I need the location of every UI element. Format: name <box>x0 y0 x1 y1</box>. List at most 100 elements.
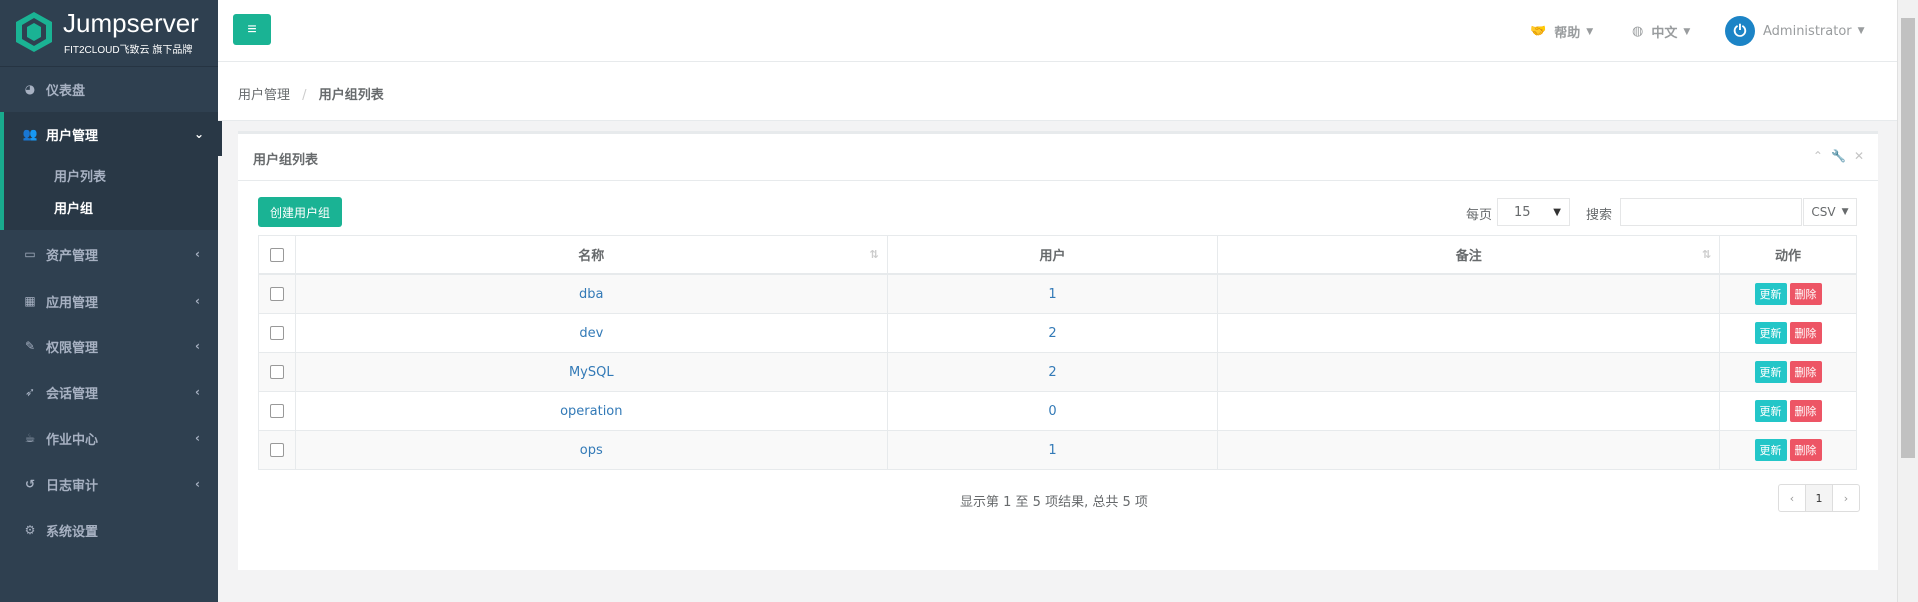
row-checkbox[interactable] <box>269 404 284 418</box>
search-label: 搜索 <box>1586 208 1613 223</box>
user-management-submenu: 用户列表 用户组 <box>0 156 218 230</box>
update-button[interactable]: 更新 <box>1754 361 1787 383</box>
user-count-link[interactable]: 2 <box>1048 326 1056 341</box>
breadcrumb-current: 用户组列表 <box>318 88 384 103</box>
page-1-button[interactable]: 1 <box>1806 485 1833 511</box>
group-name-link[interactable]: dba <box>579 287 603 302</box>
sidebar-subitem-user-group[interactable]: 用户组 <box>54 198 93 217</box>
page-scrollbar[interactable] <box>1897 0 1918 602</box>
update-button[interactable]: 更新 <box>1754 283 1787 305</box>
comment-cell <box>1217 430 1721 470</box>
sidebar-item-permission-management[interactable]: ✎ 权限管理 ‹ <box>0 324 218 368</box>
column-label: 用户 <box>1039 249 1066 264</box>
table-row: operation 0 更新 删除 <box>258 391 1857 431</box>
sidebar-item-audit-log[interactable]: ↺ 日志审计 ‹ <box>0 462 218 506</box>
sidebar-item-session-management[interactable]: ➶ 会话管理 ‹ <box>0 370 218 414</box>
search-input[interactable] <box>1620 198 1802 226</box>
sidebar-item-user-management[interactable]: 👥 用户管理 ⌄ <box>0 112 222 156</box>
chevron-left-icon: ‹ <box>195 431 200 445</box>
sidebar-item-system-settings[interactable]: ⚙ 系统设置 <box>0 508 218 552</box>
user-group-table: 名称⇅ 用户 备注⇅ 动作 dba 1 更新删除 dev 2 更新删除 <box>258 235 1857 470</box>
sidebar-item-label: 应用管理 <box>46 295 99 311</box>
delete-button[interactable]: 删除 <box>1789 322 1822 344</box>
next-page-button[interactable]: › <box>1833 485 1859 511</box>
column-header-name[interactable]: 名称 ⇅ <box>294 235 888 275</box>
coffee-icon: ☕ <box>24 431 36 445</box>
chevron-left-icon: ‹ <box>195 385 200 399</box>
pagination-info: 显示第 1 至 5 项结果, 总共 5 项 <box>960 495 1148 510</box>
update-button[interactable]: 更新 <box>1754 322 1787 344</box>
user-count-link[interactable]: 1 <box>1048 287 1056 302</box>
power-icon: ⏻ <box>1725 16 1755 46</box>
group-name-link[interactable]: MySQL <box>569 365 614 380</box>
delete-button[interactable]: 删除 <box>1789 283 1822 305</box>
rocket-icon: ➶ <box>24 385 36 399</box>
breadcrumb-parent[interactable]: 用户管理 <box>238 88 290 103</box>
caret-down-icon: ▼ <box>1841 207 1849 217</box>
csv-export-button[interactable]: CSV ▼ <box>1803 198 1857 226</box>
user-menu[interactable]: ⏻ Administrator ▼ <box>1725 16 1865 46</box>
chevron-left-icon: ‹ <box>195 477 200 491</box>
update-button[interactable]: 更新 <box>1754 400 1787 422</box>
top-navbar: ≡ 🤝 帮助 ▼ ◍ 中文 ▼ ⏻ Administrator ▼ <box>218 0 1898 62</box>
row-checkbox[interactable] <box>269 443 284 457</box>
help-label: 帮助 <box>1554 26 1581 41</box>
delete-button[interactable]: 删除 <box>1789 400 1822 422</box>
column-label: 名称 <box>578 249 605 264</box>
help-menu[interactable]: 🤝 帮助 ▼ <box>1530 22 1593 41</box>
gears-icon: ⚙ <box>24 523 36 537</box>
prev-page-button[interactable]: ‹ <box>1779 485 1806 511</box>
sidebar-item-label: 仪表盘 <box>46 83 86 99</box>
select-all-checkbox[interactable] <box>269 247 284 262</box>
caret-down-icon: ▼ <box>1586 26 1594 37</box>
column-header-users: 用户 <box>886 235 1219 275</box>
panel-tools: ⌃ 🔧 ✕ <box>1813 149 1864 163</box>
create-user-group-button[interactable]: 创建用户组 <box>258 197 343 227</box>
delete-button[interactable]: 删除 <box>1789 361 1822 383</box>
history-icon: ↺ <box>24 477 36 491</box>
wrench-icon[interactable]: 🔧 <box>1831 149 1846 163</box>
user-count-link[interactable]: 2 <box>1048 365 1056 380</box>
table-row: ops 1 更新 删除 <box>258 430 1857 470</box>
language-menu[interactable]: ◍ 中文 ▼ <box>1632 22 1690 41</box>
column-header-comment[interactable]: 备注 ⇅ <box>1217 235 1721 275</box>
sidebar-item-label: 系统设置 <box>46 524 99 540</box>
chevron-left-icon: ‹ <box>195 294 200 308</box>
sidebar-subitem-user-list[interactable]: 用户列表 <box>54 166 106 185</box>
collapse-icon[interactable]: ⌃ <box>1813 149 1823 163</box>
group-name-link[interactable]: dev <box>579 326 603 341</box>
user-count-link[interactable]: 0 <box>1048 404 1056 419</box>
chevron-down-icon: ⌄ <box>193 127 204 141</box>
jumpserver-logo-icon <box>16 12 52 52</box>
sidebar-item-asset-management[interactable]: ▭ 资产管理 ‹ <box>0 232 218 276</box>
sidebar-item-dashboard[interactable]: ◕ 仪表盘 <box>0 67 218 111</box>
globe-icon: ◍ <box>1632 24 1644 39</box>
group-name-link[interactable]: ops <box>580 443 603 458</box>
brand-name: Jumpserver <box>63 8 199 38</box>
close-icon[interactable]: ✕ <box>1854 149 1864 163</box>
panel-title: 用户组列表 <box>253 153 319 168</box>
caret-down-icon: ▼ <box>1857 26 1865 36</box>
column-header-action: 动作 <box>1719 235 1857 275</box>
language-label: 中文 <box>1651 26 1678 41</box>
scrollbar-thumb[interactable] <box>1901 18 1915 458</box>
logo[interactable]: Jumpserver FIT2CLOUD飞致云 旗下品牌 <box>0 0 218 67</box>
row-checkbox[interactable] <box>269 326 284 340</box>
group-name-link[interactable]: operation <box>560 404 622 419</box>
sidebar-item-app-management[interactable]: ▦ 应用管理 ‹ <box>0 279 218 323</box>
user-count-link[interactable]: 1 <box>1048 443 1056 458</box>
sidebar-item-label: 会话管理 <box>46 386 99 402</box>
delete-button[interactable]: 删除 <box>1789 439 1822 461</box>
menu-toggle-button[interactable]: ≡ <box>233 14 271 45</box>
sidebar-item-label: 权限管理 <box>46 340 99 356</box>
per-page-select[interactable]: 15 ▼ <box>1497 198 1570 226</box>
row-checkbox[interactable] <box>269 287 284 301</box>
comment-cell <box>1217 352 1721 392</box>
column-label: 备注 <box>1455 249 1482 264</box>
grid-icon: ▦ <box>24 294 36 308</box>
brand-subtitle: FIT2CLOUD飞致云 旗下品牌 <box>64 45 193 56</box>
update-button[interactable]: 更新 <box>1754 439 1787 461</box>
table-row: MySQL 2 更新 删除 <box>258 352 1857 392</box>
sidebar-item-job-center[interactable]: ☕ 作业中心 ‹ <box>0 416 218 460</box>
row-checkbox[interactable] <box>269 365 284 379</box>
